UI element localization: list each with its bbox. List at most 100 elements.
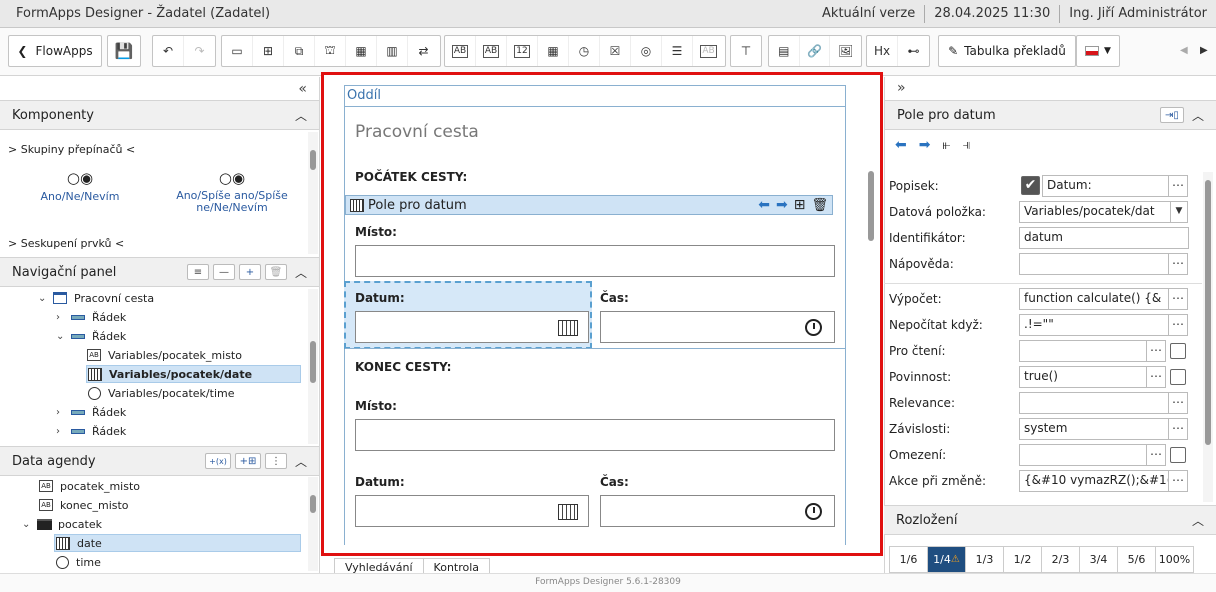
- link-tool[interactable]: 🔗: [800, 36, 831, 66]
- layout-option[interactable]: 3/4: [1079, 546, 1118, 573]
- group-tool[interactable]: ⧉: [284, 36, 315, 66]
- omezeni-input[interactable]: [1019, 444, 1147, 466]
- components-header[interactable]: Komponenty ︿: [0, 100, 319, 130]
- collapse-left-button[interactable]: «: [0, 77, 319, 101]
- element-group-header[interactable]: > Seskupení prvků <: [8, 237, 124, 250]
- canvas-scrollbar[interactable]: [866, 86, 876, 544]
- scroll-left-arrow[interactable]: ◀: [1180, 45, 1188, 56]
- nepocitat-input[interactable]: .!="": [1019, 314, 1169, 336]
- start-heading[interactable]: POČÁTEK CESTY:: [355, 170, 467, 184]
- collapse-up-icon[interactable]: ︿: [1192, 512, 1204, 529]
- clock-icon[interactable]: [805, 319, 822, 336]
- cas2-input[interactable]: [600, 495, 835, 527]
- tree-item-radek[interactable]: › Řádek: [56, 422, 126, 440]
- povinnost-more-button[interactable]: ⋯: [1146, 366, 1166, 388]
- popisek-more-button[interactable]: ⋯: [1168, 175, 1188, 197]
- nepocitat-more-button[interactable]: ⋯: [1168, 314, 1188, 336]
- datum2-input[interactable]: [355, 495, 589, 527]
- tree-item-radek[interactable]: › Řádek: [56, 403, 126, 421]
- akce-input[interactable]: {&#10 vymazRZ();&#1(: [1019, 470, 1169, 492]
- chevron-right-icon[interactable]: ›: [56, 426, 70, 437]
- textbox-tool[interactable]: AB: [445, 36, 476, 66]
- stamp-button[interactable]: ⊤: [730, 35, 762, 67]
- datova-polozka-dropdown[interactable]: ▼: [1170, 201, 1188, 223]
- components-scrollbar[interactable]: [308, 132, 318, 254]
- add-node-button[interactable]: +: [238, 264, 261, 280]
- move-left-icon[interactable]: ⬅: [758, 197, 770, 213]
- chevron-down-icon[interactable]: ⌄: [22, 519, 36, 530]
- more-options-button[interactable]: ⋮: [264, 453, 287, 469]
- image-tool[interactable]: 🖼: [830, 36, 861, 66]
- date-tool[interactable]: ▦: [538, 36, 569, 66]
- number-tool[interactable]: 12: [507, 36, 538, 66]
- omezeni-checkbox[interactable]: [1170, 447, 1186, 463]
- tree-item-pocatek-time[interactable]: Variables/pocatek/time: [86, 384, 234, 402]
- napoveda-input[interactable]: [1019, 253, 1169, 275]
- pro-cteni-checkbox[interactable]: [1170, 343, 1186, 359]
- collapse-up-icon[interactable]: ︿: [295, 453, 307, 470]
- redo-button[interactable]: ↷: [184, 36, 215, 66]
- misto-input[interactable]: [355, 245, 835, 277]
- nav-scrollbar[interactable]: [308, 289, 318, 444]
- layout-option[interactable]: 1/2: [1003, 546, 1042, 573]
- checkbox-tool[interactable]: ☒: [600, 36, 631, 66]
- data-scrollbar[interactable]: [308, 477, 318, 571]
- resize-icon[interactable]: ⊞: [794, 197, 806, 213]
- selected-date-field-bar[interactable]: Pole pro datum ⬅ ➡ ⊞ 🗑: [345, 195, 833, 215]
- misto2-input[interactable]: [355, 419, 835, 451]
- radio-ano-spise[interactable]: ○◉ Ano/Spíše ano/Spíše ne/Ne/Nevím: [172, 169, 292, 214]
- pro-cteni-more-button[interactable]: ⋯: [1146, 340, 1166, 362]
- end-heading[interactable]: KONEC CESTY:: [355, 360, 451, 374]
- data-item-konec-misto[interactable]: AB konec_misto: [38, 496, 129, 514]
- collapse-all-button[interactable]: —: [212, 264, 235, 280]
- akce-more-button[interactable]: ⋯: [1168, 470, 1188, 492]
- zavislosti-input[interactable]: system: [1019, 418, 1169, 440]
- scroll-right-arrow[interactable]: ▶: [1200, 45, 1208, 56]
- dock-button[interactable]: ⇥▯: [1159, 107, 1184, 123]
- chevron-down-icon[interactable]: ⌄: [56, 331, 70, 342]
- properties-scrollbar[interactable]: [1203, 172, 1213, 502]
- section-tool[interactable]: ▭: [222, 36, 253, 66]
- layout-option-active[interactable]: 1/4 ⚠: [927, 546, 966, 573]
- move-right-icon[interactable]: ➡: [919, 137, 931, 153]
- columns-tool[interactable]: ▥: [377, 36, 408, 66]
- swap-tool[interactable]: ⇄: [408, 36, 439, 66]
- napoveda-more-button[interactable]: ⋯: [1168, 253, 1188, 275]
- relevance-input[interactable]: [1019, 392, 1169, 414]
- calendar-icon[interactable]: [558, 504, 578, 520]
- cas-input[interactable]: [600, 311, 835, 343]
- tree-item-pocatek-date[interactable]: Variables/pocatek/date: [86, 365, 301, 383]
- align-button[interactable]: ≡: [186, 264, 209, 280]
- add-group-button[interactable]: +⊞: [234, 453, 261, 469]
- section-title[interactable]: Oddíl: [344, 85, 846, 107]
- flowapps-button[interactable]: ❮ FlowApps: [8, 35, 102, 67]
- move-left-icon[interactable]: ⬅: [895, 137, 907, 153]
- time-tool[interactable]: ◷: [569, 36, 600, 66]
- add-item-tool[interactable]: ⊞: [253, 36, 284, 66]
- chevron-right-icon[interactable]: ›: [56, 407, 70, 418]
- label-tool[interactable]: AB: [693, 36, 724, 66]
- user-label[interactable]: Ing. Jiří Administrátor: [1059, 4, 1216, 23]
- popisek-checkbox[interactable]: ✔: [1021, 176, 1040, 195]
- separator-tool[interactable]: ⊷: [898, 36, 929, 66]
- layout-option[interactable]: 1/3: [965, 546, 1004, 573]
- calendar-icon[interactable]: [558, 320, 578, 336]
- popisek-input[interactable]: Datum:: [1042, 175, 1169, 197]
- vypocet-input[interactable]: function calculate() {&: [1019, 288, 1169, 310]
- radio-ano-ne[interactable]: ○◉ Ano/Ne/Nevím: [20, 169, 140, 203]
- textarea-tool[interactable]: AB: [476, 36, 507, 66]
- povinnost-checkbox[interactable]: [1170, 369, 1186, 385]
- trash-icon[interactable]: 🗑: [811, 198, 828, 213]
- data-item-pocatek[interactable]: ⌄ pocatek: [22, 515, 102, 533]
- data-item-date[interactable]: date: [54, 534, 301, 552]
- data-item-time[interactable]: time: [54, 553, 101, 571]
- table-tool[interactable]: ▦: [346, 36, 377, 66]
- list-tool[interactable]: ☰: [662, 36, 693, 66]
- collapse-up-icon[interactable]: ︿: [295, 107, 307, 124]
- vypocet-more-button[interactable]: ⋯: [1168, 288, 1188, 310]
- datova-polozka-select[interactable]: Variables/pocatek/dat: [1019, 201, 1171, 223]
- move-right-icon[interactable]: ➡: [776, 197, 788, 213]
- tree-item-radek[interactable]: › Řádek: [56, 308, 126, 326]
- radio-tool[interactable]: ◎: [631, 36, 662, 66]
- zavislosti-more-button[interactable]: ⋯: [1168, 418, 1188, 440]
